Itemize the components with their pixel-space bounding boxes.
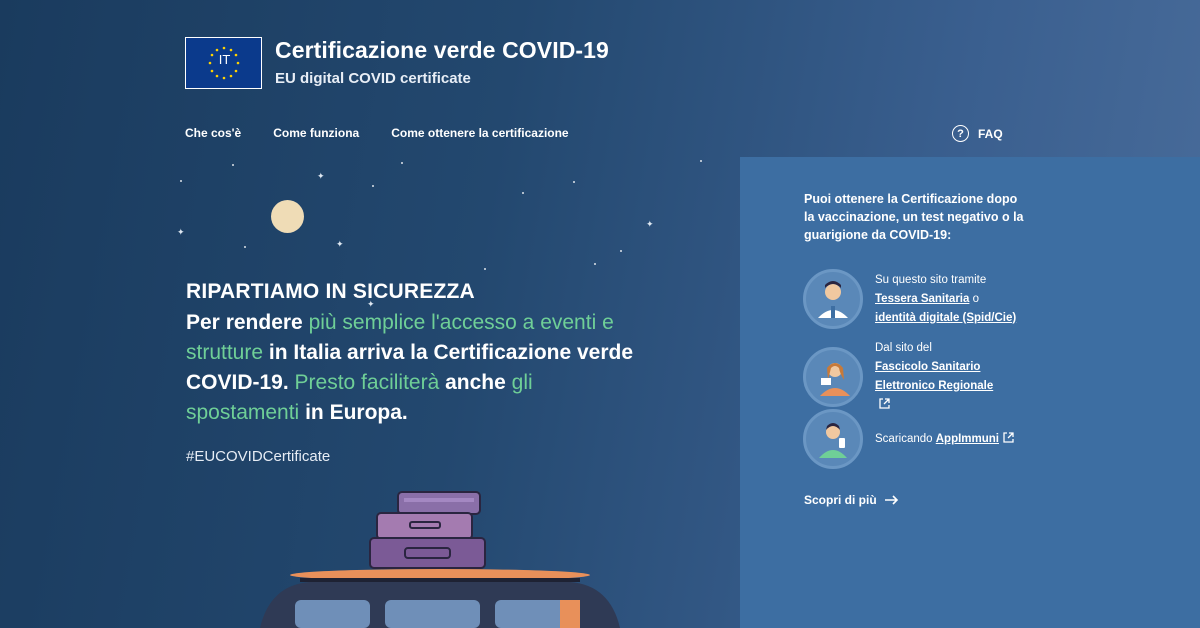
option-tessera-spid: Su questo sito tramite Tessera Sanitaria…: [803, 269, 1016, 329]
star: [594, 263, 596, 265]
panel-intro: Puoi ottenere la Certificazione dopo la …: [804, 192, 1024, 242]
tessera-sanitaria-link[interactable]: Tessera Sanitaria: [875, 293, 969, 305]
more-label: Scopri di più: [804, 493, 877, 507]
identita-digitale-link[interactable]: identità digitale (Spid/Cie): [875, 312, 1016, 324]
external-link-icon: [879, 398, 890, 409]
lead-text: Per rendere: [186, 311, 309, 334]
option-appimmuni: Scaricando AppImmuni: [803, 409, 1014, 469]
fascicolo-sanitario-link[interactable]: Fascicolo Sanitario Elettronico Regional…: [875, 361, 993, 392]
sparkle-icon: ✦: [177, 227, 185, 237]
external-link-icon: [1003, 431, 1014, 443]
phone-user-avatar: [803, 409, 863, 469]
star: [244, 246, 246, 248]
scopri-di-piu-link[interactable]: Scopri di più: [804, 493, 899, 507]
question-icon: ?: [952, 125, 969, 142]
sparkle-icon: ✦: [336, 239, 344, 249]
hero-lead: Per rendere più semplice l'accesso a eve…: [186, 308, 646, 428]
doctor-avatar: [803, 269, 863, 329]
hashtag: #EUCOVIDCertificate: [186, 448, 331, 465]
option2-prefix: Dal sito del: [875, 342, 932, 354]
option1-mid: o: [969, 292, 979, 305]
nav-item-come-funziona[interactable]: Come funziona: [273, 126, 359, 140]
star: [401, 162, 403, 164]
option3-prefix: Scaricando: [875, 432, 936, 445]
star: [573, 181, 575, 183]
star: [232, 164, 234, 166]
star: [180, 180, 182, 182]
faq-link[interactable]: ? FAQ: [952, 125, 1003, 142]
option-fascicolo: Dal sito del Fascicolo Sanitario Elettro…: [803, 339, 995, 415]
star: [522, 192, 524, 194]
star: [372, 185, 374, 187]
star: [700, 160, 702, 162]
info-panel: Puoi ottenere la Certificazione dopo la …: [740, 157, 1200, 628]
option1-prefix: Su questo sito tramite: [875, 273, 987, 286]
site-subtitle: EU digital COVID certificate: [275, 70, 471, 87]
main-nav: Che cos'è Come funziona Come ottenere la…: [185, 126, 569, 140]
star: [484, 268, 486, 270]
site-title[interactable]: Certificazione verde COVID-19: [275, 37, 609, 64]
faq-label: FAQ: [978, 126, 1003, 141]
lead-text: anche: [439, 371, 512, 394]
nav-item-che-cose[interactable]: Che cos'è: [185, 126, 241, 140]
appimmuni-link[interactable]: AppImmuni: [936, 433, 999, 445]
lead-highlight: Presto faciliterà: [294, 371, 440, 394]
eu-flag-logo[interactable]: IT: [185, 37, 262, 89]
arrow-right-icon: [884, 495, 898, 505]
woman-avatar: [803, 347, 863, 407]
sparkle-icon: ✦: [317, 171, 325, 181]
hero-headline: RIPARTIAMO IN SICUREZZA: [186, 280, 475, 303]
lead-text: in Europa.: [299, 401, 408, 424]
country-code: IT: [218, 52, 231, 67]
nav-item-come-ottenere[interactable]: Come ottenere la certificazione: [391, 126, 568, 140]
sparkle-icon: ✦: [646, 219, 654, 229]
car-luggage-illustration: [260, 491, 620, 628]
star: [620, 250, 622, 252]
moon-illustration: [271, 200, 304, 233]
